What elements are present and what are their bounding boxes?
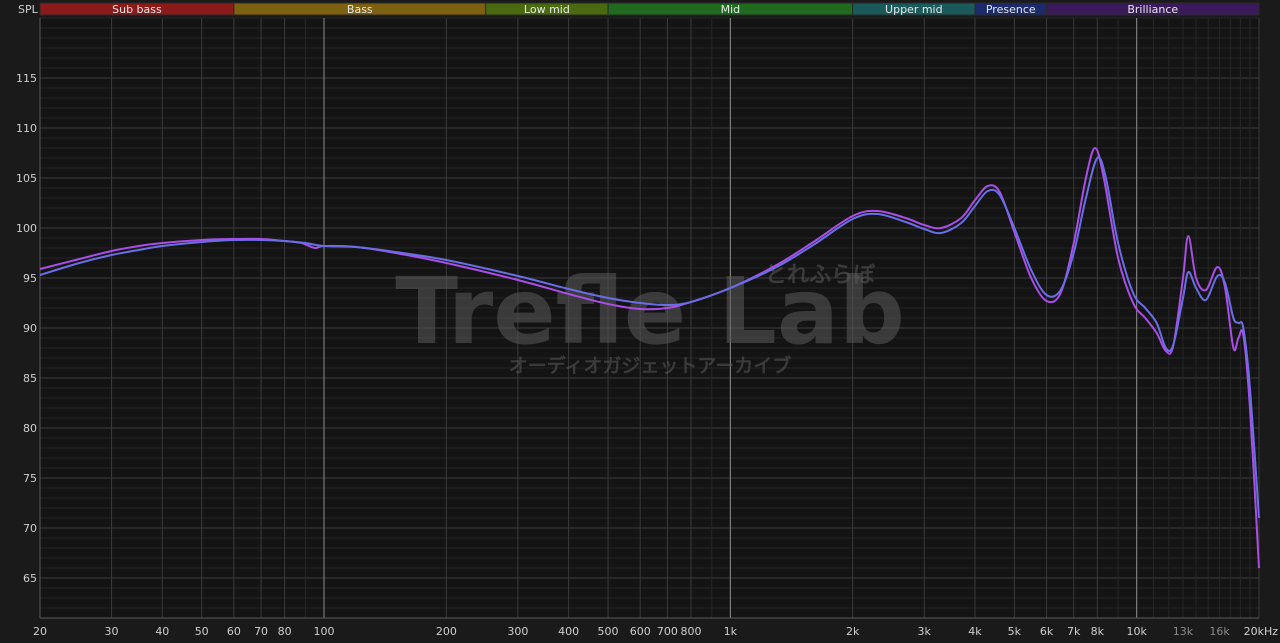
frequency-response-chart: Sub bass Bass Low mid Mid Upper mid Presence B…	[0, 0, 1280, 643]
y-tick-label: 75	[23, 472, 37, 485]
band-label: Upper mid	[885, 3, 943, 16]
x-tick-label: 7k	[1067, 625, 1081, 638]
y-axis-label: SPL	[18, 3, 39, 16]
y-tick-label: 115	[16, 72, 37, 85]
x-tick-label: 2k	[846, 625, 860, 638]
x-tick-label: 13k	[1173, 625, 1194, 638]
watermark-kana-top: とれふらぼ	[765, 263, 876, 288]
x-tick-label: 20	[33, 625, 47, 638]
y-tick-label: 95	[23, 272, 37, 285]
x-tick-label: 60	[227, 625, 241, 638]
y-tick-label: 85	[23, 372, 37, 385]
x-tick-label: 40	[155, 625, 169, 638]
x-tick-label: 70	[254, 625, 268, 638]
band-label: Presence	[986, 3, 1036, 16]
x-tick-label: 30	[105, 625, 119, 638]
x-tick-label: 800	[680, 625, 701, 638]
x-tick-label: 300	[507, 625, 528, 638]
x-tick-label: 4k	[968, 625, 982, 638]
x-tick-label: 400	[558, 625, 579, 638]
band-label: Sub bass	[112, 3, 162, 16]
x-tick-label: 50	[195, 625, 209, 638]
x-tick-label: 500	[598, 625, 619, 638]
x-tick-label: 5k	[1008, 625, 1022, 638]
band-label: Mid	[721, 3, 741, 16]
x-tick-label: 6k	[1040, 625, 1054, 638]
x-tick-label: 200	[436, 625, 457, 638]
x-tick-label: 16k	[1209, 625, 1230, 638]
y-tick-label: 90	[23, 322, 37, 335]
y-tick-label: 80	[23, 422, 37, 435]
band-label: Bass	[347, 3, 373, 16]
y-tick-label: 110	[16, 122, 37, 135]
watermark: Trefle Lab とれふらぼ オーディオガジェットアーカイブ	[395, 258, 905, 377]
x-tick-label: 600	[630, 625, 651, 638]
y-tick-label: 65	[23, 572, 37, 585]
band-label: Low mid	[524, 3, 570, 16]
x-tick-label: 1k	[724, 625, 738, 638]
y-tick-label: 100	[16, 222, 37, 235]
x-tick-label: 80	[278, 625, 292, 638]
watermark-subtitle: オーディオガジェットアーカイブ	[509, 354, 792, 377]
x-tick-label: 8k	[1091, 625, 1105, 638]
frequency-bands: Sub bass Bass Low mid Mid Upper mid Presence B…	[39, 2, 1260, 16]
y-tick-label: 105	[16, 172, 37, 185]
x-tick-label: 20kHz	[1244, 625, 1279, 638]
y-tick-label: 70	[23, 522, 37, 535]
band-label: Brilliance	[1127, 3, 1178, 16]
x-tick-label: 700	[657, 625, 678, 638]
x-tick-label: 10k	[1126, 625, 1147, 638]
x-tick-label: 100	[314, 625, 335, 638]
x-tick-label: 3k	[918, 625, 932, 638]
